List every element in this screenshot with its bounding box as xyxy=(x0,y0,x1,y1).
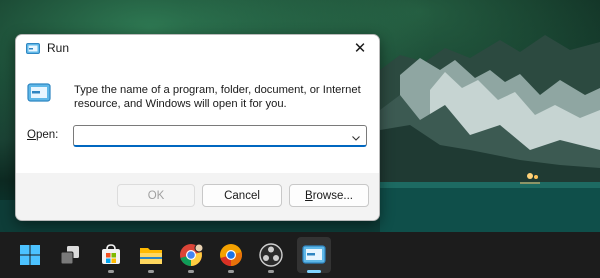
open-input[interactable] xyxy=(74,126,344,145)
ok-button[interactable]: OK xyxy=(117,184,195,207)
running-indicator xyxy=(148,270,154,273)
start-icon[interactable] xyxy=(17,242,43,268)
browse-button[interactable]: Browse... xyxy=(289,184,369,207)
open-label-accelerator: O xyxy=(27,129,36,141)
cancel-button[interactable]: Cancel xyxy=(202,184,282,207)
dialog-description: Type the name of a program, folder, docu… xyxy=(74,84,361,110)
open-combobox[interactable] xyxy=(73,125,367,147)
active-indicator xyxy=(307,270,321,273)
close-icon: ✕ xyxy=(353,40,367,57)
run-icon[interactable] xyxy=(301,242,327,268)
run-program-icon xyxy=(27,83,51,103)
dialog-title: Run xyxy=(47,41,70,55)
close-button[interactable]: ✕ xyxy=(341,35,379,61)
running-indicator xyxy=(268,270,274,273)
taskbar xyxy=(0,232,600,278)
running-indicator xyxy=(228,270,234,273)
open-label-text: pen: xyxy=(35,129,59,141)
chrome-icon[interactable] xyxy=(178,242,204,268)
microsoft-store-icon[interactable] xyxy=(98,242,124,268)
browse-label: rowse... xyxy=(312,189,353,202)
dialog-footer: OK Cancel Browse... xyxy=(16,173,379,220)
chevron-down-icon[interactable] xyxy=(351,130,361,141)
open-label: Open: xyxy=(27,129,58,141)
browse-accelerator: B xyxy=(305,189,313,202)
file-explorer-icon[interactable] xyxy=(138,242,164,268)
task-view-icon[interactable] xyxy=(57,242,83,268)
dialog-titlebar[interactable]: Run ✕ xyxy=(16,35,379,61)
chrome-canary-icon[interactable] xyxy=(218,242,244,268)
run-dialog: Run ✕ Type the name of a program, folder… xyxy=(15,34,380,221)
running-indicator xyxy=(108,270,114,273)
run-icon xyxy=(26,42,40,54)
running-indicator xyxy=(188,270,194,273)
dialog-content: Type the name of a program, folder, docu… xyxy=(16,61,379,173)
obs-icon[interactable] xyxy=(258,242,284,268)
